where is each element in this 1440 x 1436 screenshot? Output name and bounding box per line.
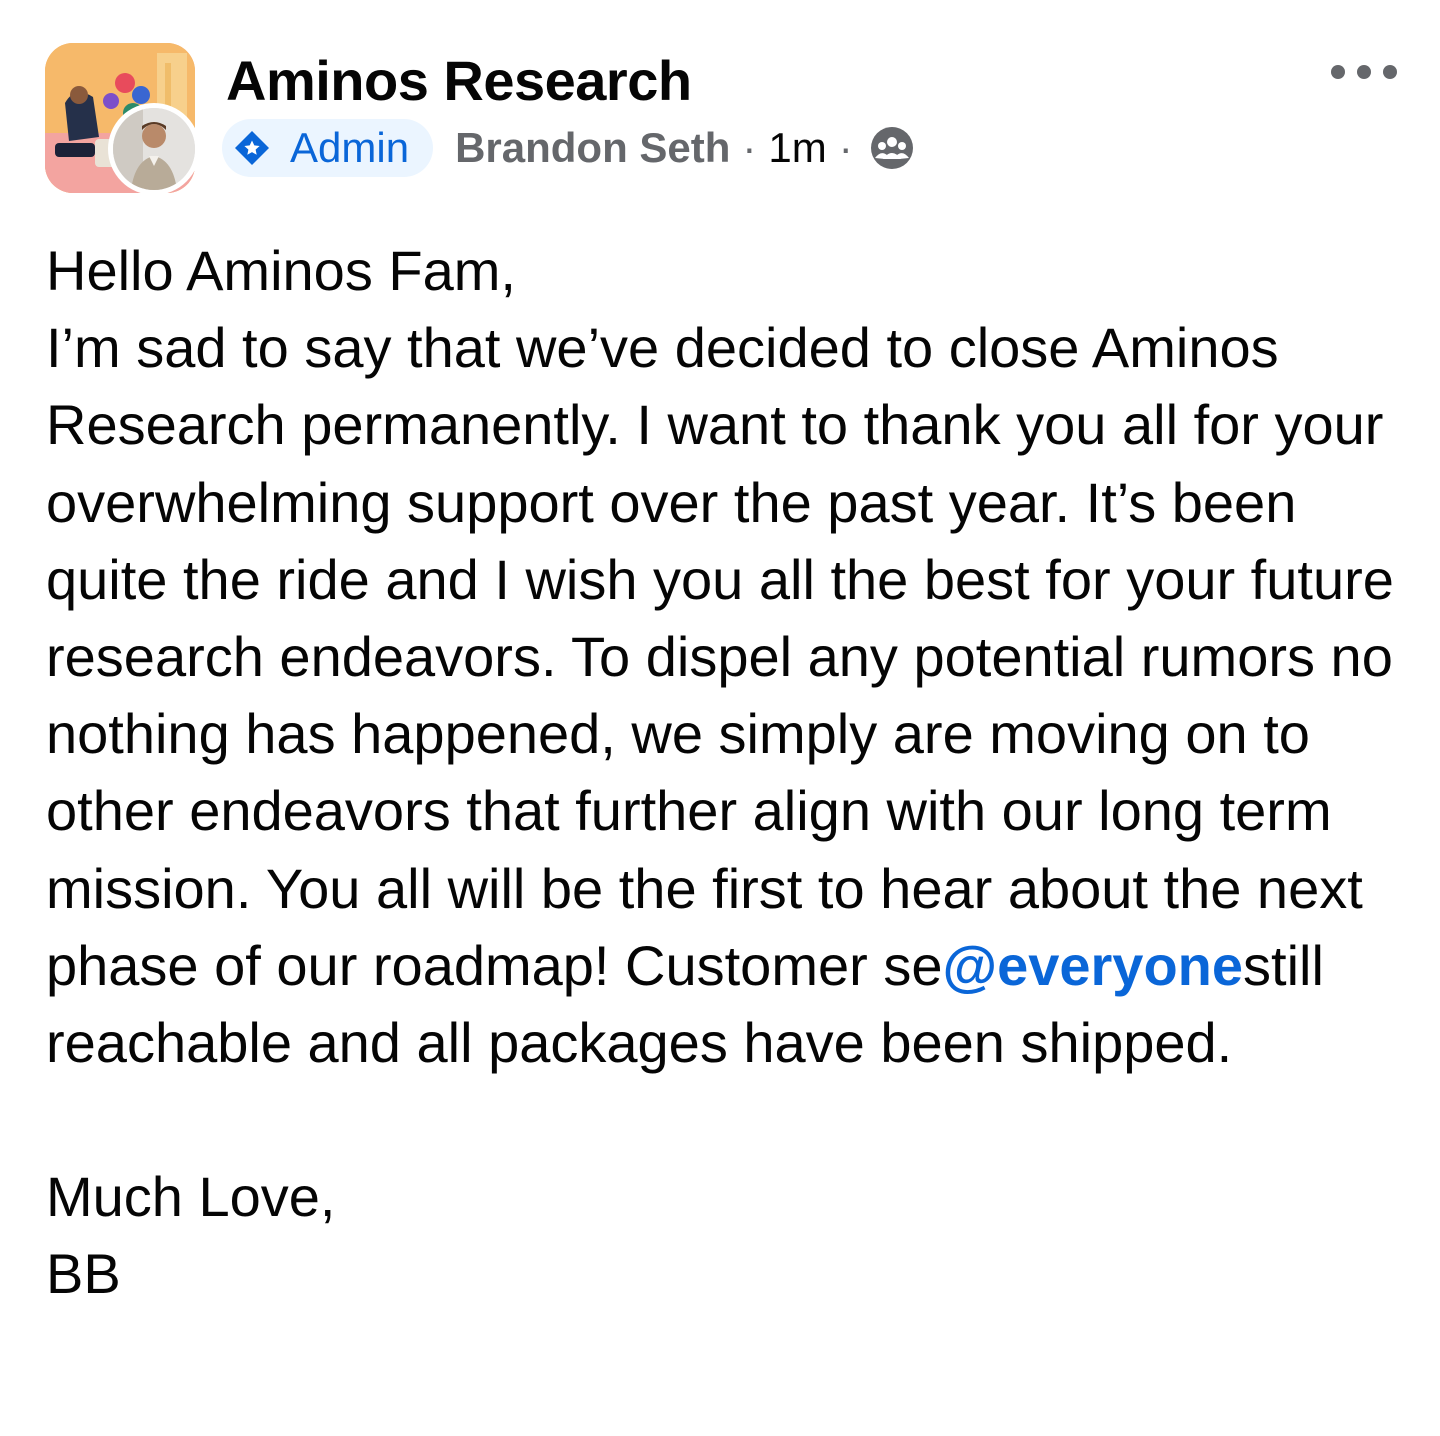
post-signoff: Much Love, — [46, 1165, 336, 1229]
post-paragraph: I’m sad to say that we’ve decided to clo… — [46, 309, 1416, 1081]
mention-link[interactable]: @everyone — [942, 934, 1243, 997]
post-signature: BB — [46, 1242, 121, 1306]
post-timestamp[interactable]: 1m — [768, 124, 826, 172]
post-meta: Admin Brandon Seth · 1m · — [222, 118, 915, 178]
post-body: Hello Aminos Fam, I’m sad to say that we… — [46, 232, 1416, 1313]
group-members-icon[interactable] — [869, 125, 915, 171]
author-name[interactable]: Brandon Seth — [455, 124, 730, 172]
meta-separator: · — [742, 124, 757, 171]
admin-badge[interactable]: Admin — [222, 119, 434, 177]
post-text: I’m sad to say that we’ve decided to clo… — [46, 316, 1394, 997]
meta-separator: · — [838, 124, 853, 171]
more-options-icon[interactable] — [1326, 56, 1406, 88]
admin-diamond-icon — [235, 131, 269, 165]
post-greeting: Hello Aminos Fam, — [46, 239, 516, 302]
group-name[interactable]: Aminos Research — [226, 48, 692, 114]
admin-badge-label: Admin — [290, 124, 410, 171]
post-card: Aminos Research Admin Brandon Seth · 1m … — [0, 0, 1440, 1436]
author-avatar[interactable] — [108, 103, 200, 195]
